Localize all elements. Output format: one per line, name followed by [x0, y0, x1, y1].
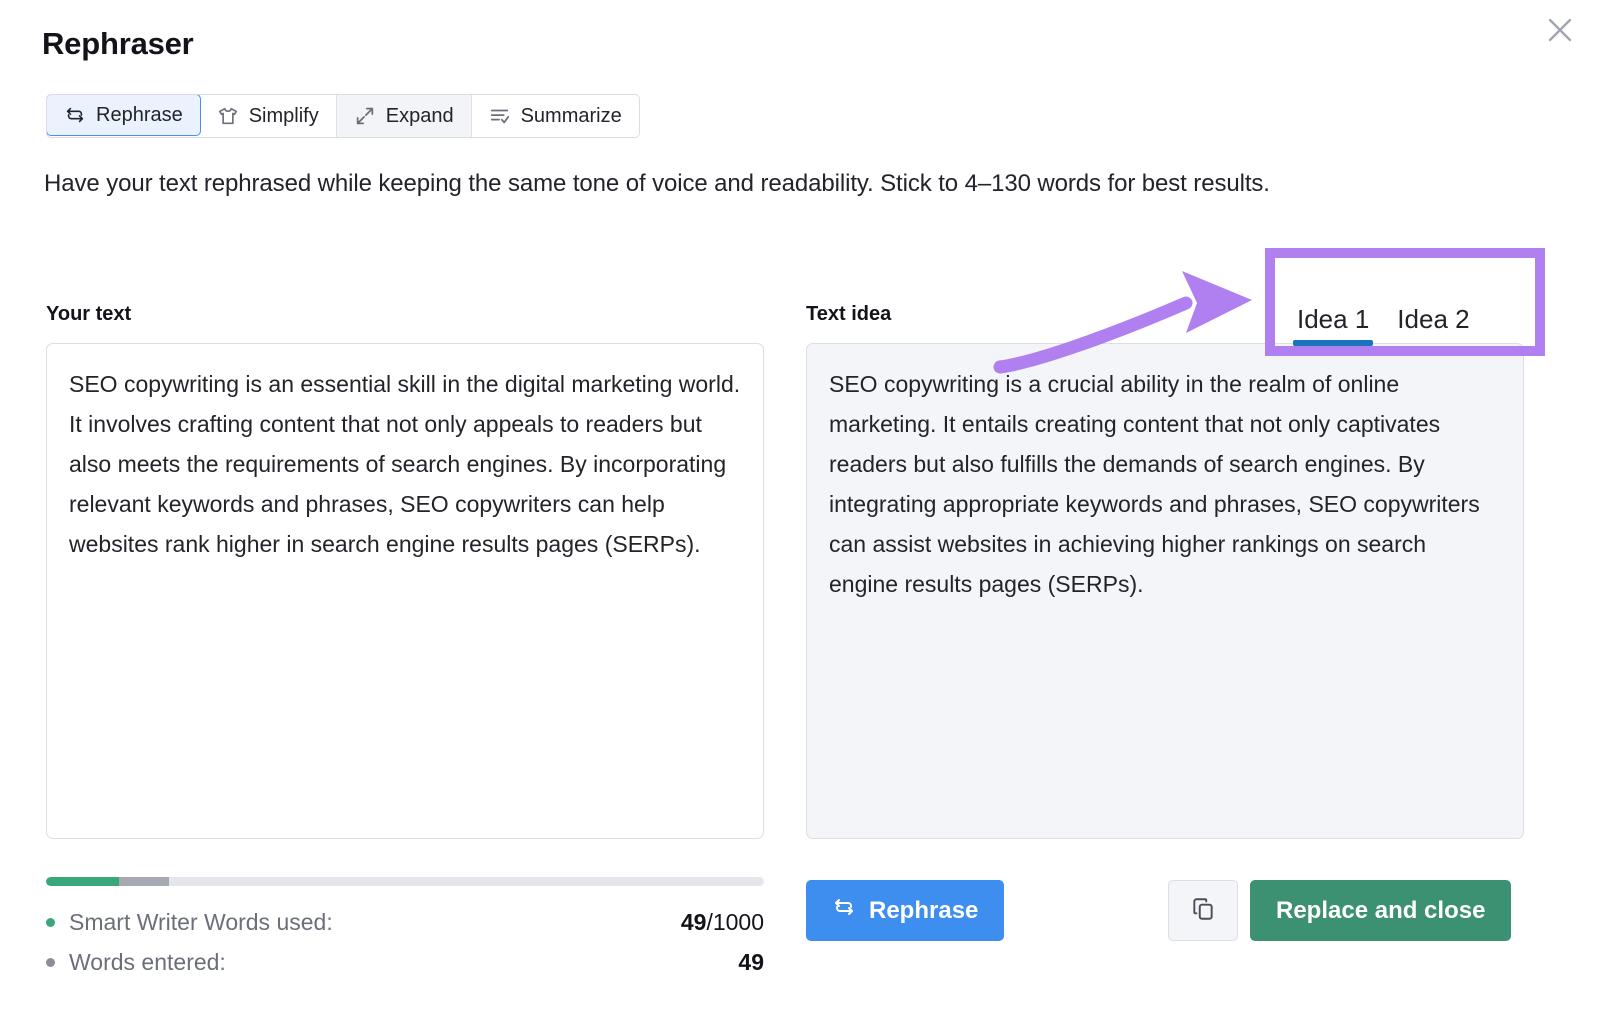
tab-simplify-label: Simplify [248, 104, 319, 127]
tab-expand[interactable]: Expand [336, 95, 472, 137]
progress-segment-gray [119, 877, 170, 886]
page-title: Rephraser [42, 26, 194, 61]
tab-expand-label: Expand [385, 104, 454, 127]
stat-value-entered: 49 [738, 948, 764, 975]
replace-and-close-label: Replace and close [1276, 896, 1486, 924]
your-text-label: Your text [46, 303, 132, 325]
stat-row-smart-writer-words: Smart Writer Words used: 49/1000 [46, 902, 764, 942]
stat-row-words-entered: Words entered: 49 [46, 942, 764, 982]
expand-icon [354, 105, 376, 127]
tab-rephrase-label: Rephrase [96, 103, 183, 126]
copy-button[interactable] [1168, 880, 1238, 941]
summarize-icon [489, 105, 511, 127]
rephrase-button-label: Rephrase [869, 896, 979, 924]
text-idea-output: SEO copywriting is a crucial ability in … [806, 343, 1524, 839]
tab-idea-2-label: Idea 2 [1397, 304, 1470, 334]
description-text: Have your text rephrased while keeping t… [44, 170, 1270, 197]
replace-and-close-button[interactable]: Replace and close [1250, 880, 1512, 941]
bullet-green-icon [46, 917, 55, 927]
stat-value-smart-writer-words: 49/1000 [681, 909, 764, 936]
rephrase-icon [832, 895, 856, 926]
stat-value-used: 49 [680, 908, 707, 935]
idea-tab-group: Idea 1 Idea 2 [1283, 268, 1484, 346]
stat-label-smart-writer-words: Smart Writer Words used: [69, 908, 333, 935]
usage-stats: Smart Writer Words used: 49/1000 Words e… [46, 902, 764, 982]
tab-idea-1-label: Idea 1 [1297, 304, 1370, 334]
usage-progress-bar [46, 877, 764, 886]
tab-summarize[interactable]: Summarize [471, 95, 639, 137]
your-text-input[interactable]: SEO copywriting is an essential skill in… [46, 343, 764, 839]
tab-idea-2[interactable]: Idea 2 [1383, 306, 1483, 346]
stat-label-words-entered: Words entered: [69, 948, 226, 975]
stat-value-limit: /1000 [706, 908, 764, 935]
bullet-gray-icon [46, 957, 55, 967]
stat-value-words-entered: 49 [738, 949, 764, 976]
copy-icon [1190, 896, 1216, 925]
close-button[interactable] [1538, 8, 1582, 52]
tab-summarize-label: Summarize [520, 104, 622, 127]
tab-rephrase[interactable]: Rephrase [46, 95, 201, 136]
text-idea-label: Text idea [806, 303, 892, 325]
progress-segment-green [46, 877, 120, 886]
tab-simplify[interactable]: Simplify [199, 95, 337, 137]
tshirt-icon [217, 105, 239, 127]
rephrase-icon [64, 104, 86, 126]
tab-idea-1[interactable]: Idea 1 [1283, 306, 1383, 346]
close-icon [1545, 15, 1575, 45]
active-tab-underline [1293, 340, 1374, 346]
rephrase-button[interactable]: Rephrase [806, 880, 1005, 941]
mode-tab-group: Rephrase Simplify Expand Summarize [46, 94, 640, 138]
